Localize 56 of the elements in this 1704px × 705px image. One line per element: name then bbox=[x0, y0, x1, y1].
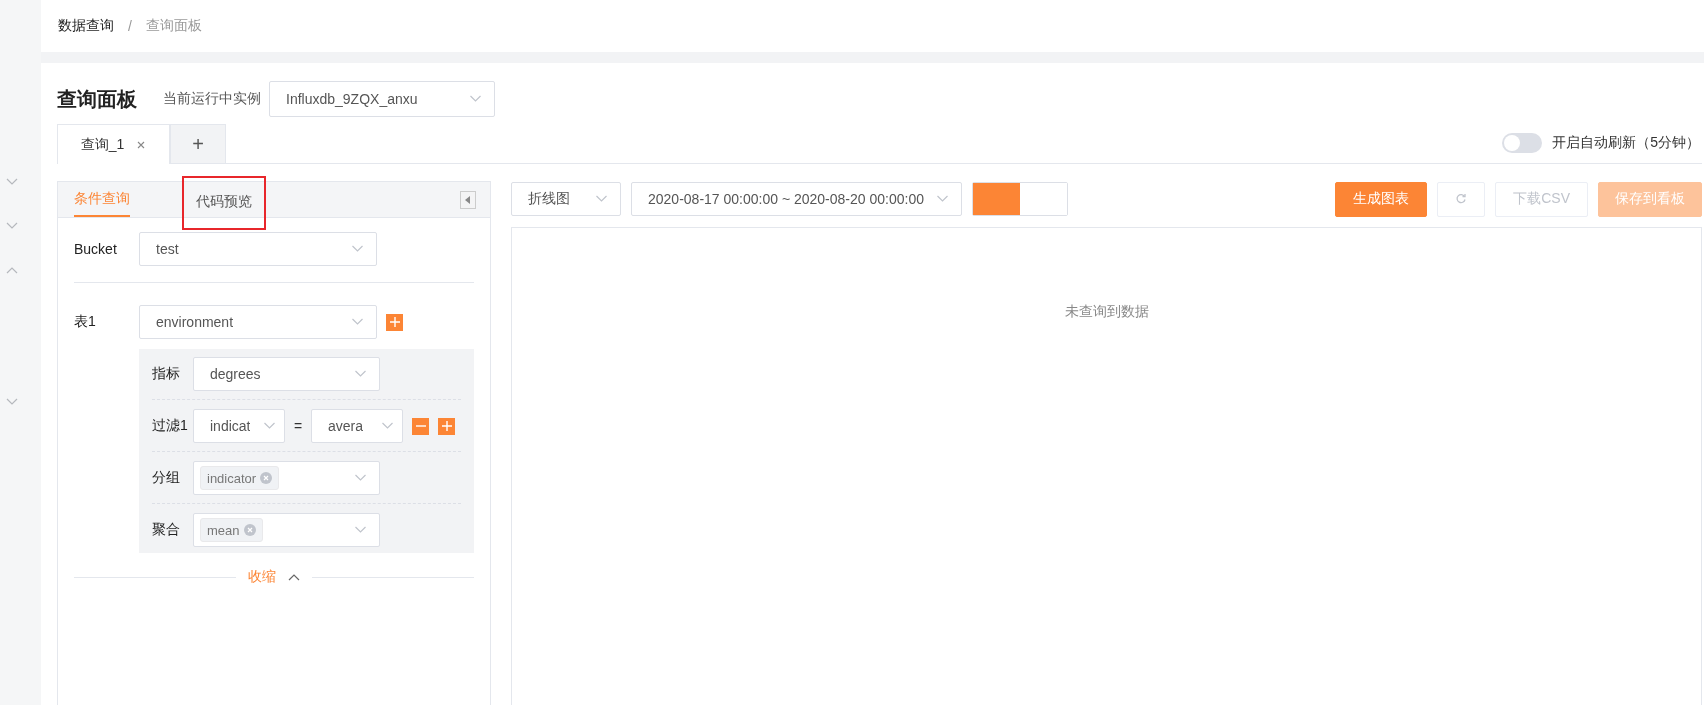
chevron-down-icon bbox=[469, 95, 482, 103]
field-label: Bucket bbox=[74, 241, 118, 257]
chevron-down-icon bbox=[354, 526, 367, 534]
chevron-down-icon bbox=[381, 422, 394, 430]
table-select[interactable]: environment bbox=[139, 305, 377, 339]
remove-button[interactable] bbox=[412, 417, 429, 435]
remove-circle-icon[interactable] bbox=[243, 524, 256, 536]
chevron-down-icon bbox=[354, 474, 367, 482]
plus-icon bbox=[388, 316, 401, 328]
breadcrumb-separator: / bbox=[128, 18, 132, 34]
field-label: 聚合 bbox=[152, 521, 181, 539]
chevron-up-icon bbox=[288, 573, 300, 581]
operator-sign: = bbox=[292, 418, 304, 434]
filter-key-select[interactable]: indicat bbox=[193, 409, 285, 443]
multi-select[interactable]: mean bbox=[193, 513, 380, 547]
add-tab-button[interactable]: + bbox=[170, 124, 226, 163]
chart-type-select[interactable]: 折线图 bbox=[511, 182, 621, 216]
refresh-icon bbox=[1455, 193, 1468, 205]
field-label: 指标 bbox=[152, 365, 181, 383]
multi-select[interactable]: indicator bbox=[193, 461, 380, 495]
query-tab[interactable]: 查询_1 bbox=[57, 124, 170, 164]
auto-refresh-label: 开启自动刷新（5分钟） bbox=[1552, 134, 1700, 152]
chevron-down-icon[interactable] bbox=[6, 222, 18, 230]
chevron-down-icon bbox=[263, 422, 276, 430]
close-icon[interactable] bbox=[136, 139, 147, 150]
add-button[interactable] bbox=[386, 313, 403, 331]
breadcrumb-item: 查询面板 bbox=[145, 17, 202, 35]
empty-message: 未查询到数据 bbox=[1064, 303, 1149, 321]
remove-circle-icon[interactable] bbox=[260, 472, 273, 484]
toggle-switch[interactable] bbox=[1502, 133, 1543, 153]
time-range-picker[interactable]: 2020-08-17 00:00:00 ~ 2020-08-20 00:00:00 bbox=[631, 182, 962, 216]
instance-select[interactable]: Influxdb_9ZQX_anxu bbox=[269, 81, 495, 117]
chevron-up-icon[interactable] bbox=[6, 266, 18, 274]
chevron-down-icon[interactable] bbox=[6, 178, 18, 186]
field-label: 过滤1 bbox=[152, 417, 189, 435]
breadcrumb-item[interactable]: 数据查询 bbox=[58, 17, 114, 35]
metric-select[interactable]: degrees bbox=[193, 357, 380, 391]
plus-icon bbox=[440, 420, 453, 432]
chevron-down-icon bbox=[936, 195, 949, 203]
tag-chip[interactable]: mean bbox=[200, 518, 263, 542]
chevron-down-icon[interactable] bbox=[6, 398, 18, 406]
segment-option[interactable] bbox=[973, 183, 1020, 215]
panel-tab[interactable]: 代码预览 bbox=[184, 178, 264, 228]
add-button[interactable] bbox=[438, 417, 455, 435]
tag-chip[interactable]: indicator bbox=[200, 466, 280, 490]
filter-value-select[interactable]: avera bbox=[311, 409, 403, 443]
instance-label: 当前运行中实例 bbox=[163, 90, 261, 108]
field-label: 表1 bbox=[74, 313, 97, 331]
bucket-select[interactable]: test bbox=[139, 232, 377, 266]
chevron-down-icon bbox=[351, 318, 364, 326]
chevron-down-icon bbox=[595, 195, 608, 203]
chevron-down-icon bbox=[351, 245, 364, 253]
collapse-left-icon[interactable] bbox=[460, 190, 476, 209]
page-title: 查询面板 bbox=[57, 86, 137, 112]
field-label: 分组 bbox=[152, 469, 181, 487]
chevron-down-icon bbox=[354, 370, 367, 378]
